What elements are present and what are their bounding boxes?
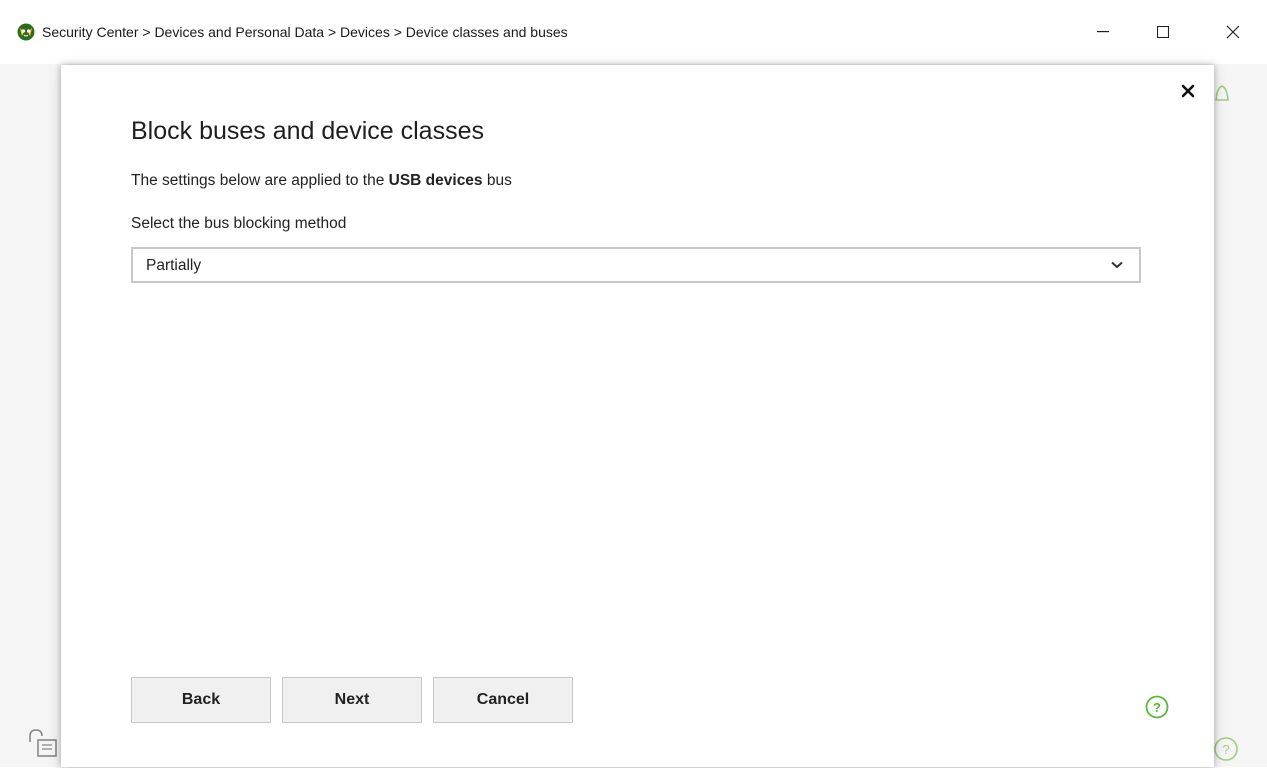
chevron-down-icon <box>1111 261 1123 269</box>
description-suffix: bus <box>482 172 512 189</box>
help-button[interactable]: ? <box>1145 695 1169 719</box>
back-button[interactable]: Back <box>131 677 271 723</box>
dialog-title: Block buses and device classes <box>131 117 484 145</box>
svg-text:?: ? <box>1153 700 1161 715</box>
lock-icon <box>28 728 62 758</box>
close-icon <box>1181 84 1195 98</box>
background-help-icon: ? <box>1212 735 1240 763</box>
window-titlebar: Security Center > Devices and Personal D… <box>0 0 1267 64</box>
bus-name: USB devices <box>388 172 483 189</box>
dialog-description: The settings below are applied to the US… <box>131 172 512 190</box>
minimize-icon <box>1097 31 1109 33</box>
maximize-icon <box>1157 26 1169 38</box>
svg-text:?: ? <box>1222 742 1229 757</box>
question-circle-icon: ? <box>1145 695 1169 719</box>
minimize-button[interactable] <box>1080 16 1126 48</box>
dialog-close-button[interactable] <box>1178 81 1198 101</box>
bell-icon <box>1212 80 1232 108</box>
close-icon <box>1226 25 1240 39</box>
maximize-button[interactable] <box>1140 16 1186 48</box>
blocking-method-label: Select the bus blocking method <box>131 215 347 232</box>
description-prefix: The settings below are applied to the <box>131 172 389 189</box>
block-buses-dialog: Block buses and device classes The setti… <box>61 65 1214 767</box>
app-logo-icon <box>17 23 35 41</box>
blocking-method-value: Partially <box>146 257 202 274</box>
window-close-button[interactable] <box>1210 16 1256 48</box>
blocking-method-select[interactable]: Partially <box>131 247 1141 283</box>
cancel-button[interactable]: Cancel <box>433 677 573 723</box>
window-title: Security Center > Devices and Personal D… <box>42 24 568 40</box>
next-button[interactable]: Next <box>282 677 422 723</box>
